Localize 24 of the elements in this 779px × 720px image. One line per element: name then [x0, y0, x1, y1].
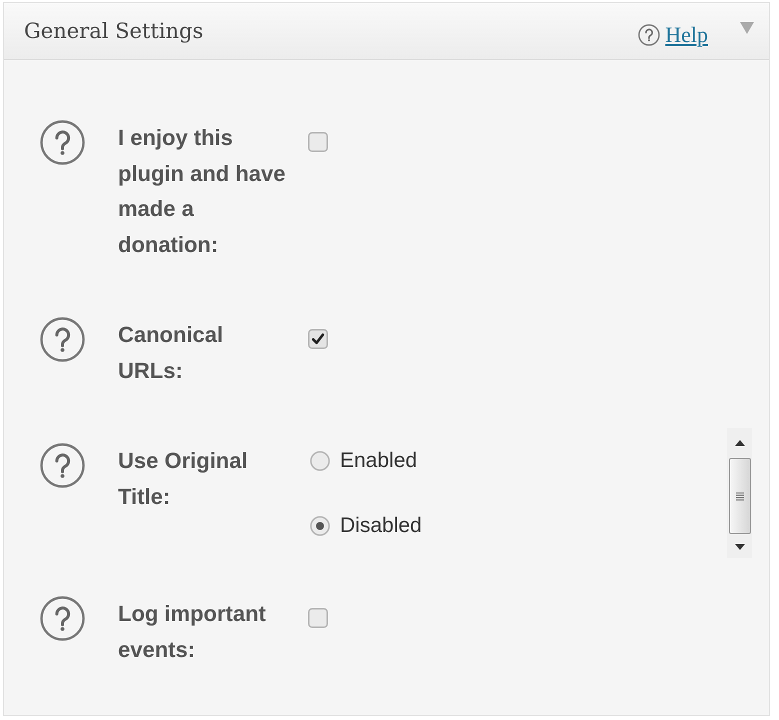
checkbox[interactable] — [308, 132, 328, 152]
setting-label: Canonical URLs: — [118, 321, 224, 384]
help-icon — [638, 24, 660, 46]
option-label: Disabled — [340, 514, 422, 538]
radio-button[interactable] — [310, 516, 330, 536]
caret-icon[interactable] — [740, 22, 754, 34]
panel-title: General Settings — [24, 18, 204, 45]
checkbox[interactable] — [308, 329, 328, 349]
scrollbar[interactable] — [727, 428, 752, 558]
option-label: Enabled — [340, 449, 418, 473]
help-icon — [40, 443, 85, 488]
help-link[interactable]: Help — [665, 22, 708, 48]
setting-label: Log important events: — [118, 600, 267, 664]
scroll-down-arrow-icon[interactable] — [734, 544, 744, 550]
grip-icon — [736, 492, 744, 500]
help-icon — [40, 120, 85, 165]
radio-button[interactable] — [310, 451, 330, 471]
scroll-thumb[interactable] — [728, 458, 750, 534]
setting-label: I enjoy this plugin and have made a donation: — [118, 124, 286, 258]
help-icon — [40, 317, 85, 362]
checkbox[interactable] — [308, 608, 328, 628]
setting-label: Use Original Title: — [118, 447, 249, 510]
help-icon — [40, 596, 85, 641]
scroll-up-arrow-icon[interactable] — [734, 440, 744, 446]
